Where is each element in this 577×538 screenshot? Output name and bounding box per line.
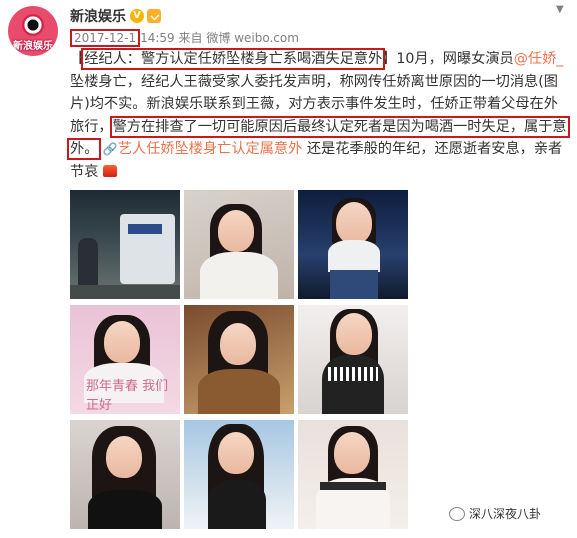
avatar[interactable]: 新浪娱乐 — [8, 6, 58, 56]
highlighted-headline: 经纪人：警方认定任娇坠楼身亡系喝酒失足意外 — [81, 48, 386, 70]
candle-icon — [102, 164, 117, 177]
post-time[interactable]: 14:59 — [140, 31, 175, 45]
post-date[interactable]: 2017-12-1 — [70, 29, 141, 47]
link-icon: 🔗 — [102, 142, 118, 157]
post-meta: 2017-12-1 14:59 来自 微博 weibo.com — [70, 29, 299, 47]
vip-icon — [147, 9, 161, 23]
photo-caption: 那年青春 我们正好 — [86, 379, 169, 413]
verified-badge-icon: V — [130, 9, 144, 23]
post-source[interactable]: 微博 weibo.com — [206, 31, 299, 45]
photo-thumbnail[interactable]: 那年青春 我们正好 — [70, 305, 180, 414]
photo-thumbnail[interactable] — [298, 190, 408, 299]
text-bracket: 【 — [70, 51, 85, 67]
account-name[interactable]: 新浪娱乐 — [70, 6, 126, 26]
topic-link[interactable]: 🔗艺人任娇坠楼身亡认定属意外 — [103, 141, 302, 157]
account-header: 新浪娱乐 V — [70, 6, 161, 26]
photo-thumbnail[interactable] — [298, 420, 408, 529]
photo-thumbnail[interactable] — [184, 190, 294, 299]
chevron-down-icon[interactable]: ▼ — [556, 4, 564, 15]
wechat-icon — [449, 506, 465, 521]
photo-thumbnail[interactable] — [70, 190, 180, 299]
avatar-logo-text: 新浪娱乐 — [13, 41, 53, 52]
photo-thumbnail[interactable] — [298, 305, 408, 414]
watermark: 深八深夜八卦 — [446, 504, 545, 523]
watermark-text: 深八深夜八卦 — [469, 507, 542, 521]
mention-link[interactable]: @任娇_ — [514, 51, 564, 67]
text-segment-1: 】10月，网曝女演员 — [382, 51, 514, 67]
photo-thumbnail[interactable] — [184, 305, 294, 414]
photo-thumbnail[interactable] — [70, 420, 180, 529]
eye-logo-icon — [22, 14, 44, 36]
photo-grid: 那年青春 我们正好 — [70, 190, 408, 529]
post-text: 【经纪人：警方认定任娇坠楼身亡系喝酒失足意外】10月，网曝女演员@任娇_坠楼身亡… — [67, 48, 570, 184]
photo-thumbnail[interactable] — [184, 420, 294, 529]
source-prefix: 来自 — [178, 31, 203, 45]
